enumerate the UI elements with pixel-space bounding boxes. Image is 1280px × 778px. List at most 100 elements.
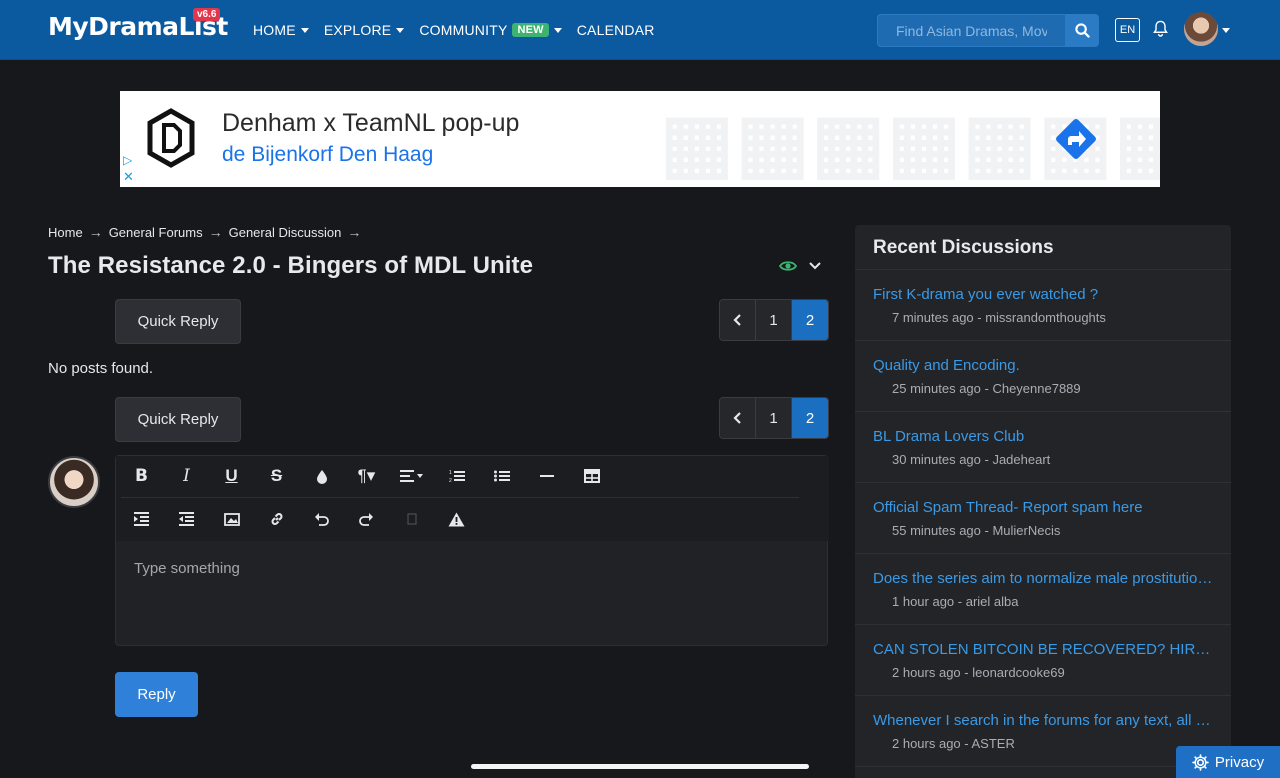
discussion-link[interactable]: BL Drama Lovers Club <box>873 428 1213 445</box>
page-1-button[interactable]: 1 <box>756 398 793 438</box>
discussion-link[interactable]: First K-drama you ever watched ? <box>873 286 1213 303</box>
ad-brand-logo <box>147 108 195 168</box>
bullet-list-button[interactable] <box>479 458 524 494</box>
image-icon <box>223 512 240 526</box>
redo-icon <box>359 512 373 526</box>
recent-discussions-panel: Recent Discussions First K-drama you eve… <box>855 225 1231 778</box>
nav-home[interactable]: HOME <box>253 22 309 38</box>
thread-title: The Resistance 2.0 - Bingers of MDL Unit… <box>48 252 534 279</box>
bullet-list-icon <box>493 470 510 482</box>
version-badge: v6.6 <box>193 8 221 21</box>
search-bar <box>877 14 1099 47</box>
svg-text:1: 1 <box>449 470 452 476</box>
outdent-button[interactable] <box>164 501 209 537</box>
discussion-link[interactable]: Quality and Encoding. <box>873 357 1213 374</box>
ordered-list-icon: 12 <box>449 470 465 483</box>
insert-link-button[interactable] <box>254 501 299 537</box>
privacy-button[interactable]: Privacy <box>1176 746 1280 778</box>
warning-button[interactable] <box>434 501 479 537</box>
italic-button[interactable]: I <box>164 458 209 494</box>
pagination: 1 2 <box>719 299 829 341</box>
undo-icon <box>315 512 329 526</box>
page-2-button[interactable]: 2 <box>792 300 828 340</box>
quick-reply-button[interactable]: Quick Reply <box>115 299 241 344</box>
advertisement-banner[interactable]: ▦▦▦▦▦▦▦ Denham x TeamNL pop-up de Bijenk… <box>120 91 1160 187</box>
pagination: 1 2 <box>719 397 829 439</box>
close-icon[interactable]: ✕ <box>123 169 134 185</box>
adchoices-icon[interactable]: ▷ <box>123 153 132 167</box>
page-1-button[interactable]: 1 <box>756 300 793 340</box>
directions-icon[interactable] <box>1050 113 1102 165</box>
list-item: Official Spam Thread- Report spam here 5… <box>855 483 1231 554</box>
strikethrough-button[interactable]: S <box>254 458 299 494</box>
svg-text:2: 2 <box>449 478 452 483</box>
paragraph-icon: ¶▾ <box>357 466 376 485</box>
breadcrumb-general-discussion[interactable]: General Discussion <box>229 225 342 240</box>
align-button[interactable] <box>389 458 434 494</box>
nav-explore[interactable]: EXPLORE <box>324 22 405 38</box>
indent-button[interactable] <box>119 501 164 537</box>
breadcrumb-general-forums[interactable]: General Forums <box>109 225 203 240</box>
arrow-right-icon: → <box>88 224 103 240</box>
toolbar-row-1: B I U S ¶▾ 12 <box>119 456 614 496</box>
paragraph-format-button[interactable]: ¶▾ <box>344 458 389 494</box>
ad-subtitle: de Bijenkorf Den Haag <box>222 143 434 166</box>
top-navbar: MyDramaList v6.6 HOME EXPLORE COMMUNITY … <box>0 0 1280 60</box>
insert-image-button[interactable] <box>209 501 254 537</box>
bold-button[interactable]: B <box>119 458 164 494</box>
toolbar-divider <box>121 497 799 498</box>
chevron-left-icon <box>732 314 741 326</box>
discussion-link[interactable]: Whenever I search in the forums for any … <box>873 712 1213 729</box>
language-selector[interactable]: EN <box>1115 18 1140 42</box>
discussion-link[interactable]: Official Spam Thread- Report spam here <box>873 499 1213 516</box>
underline-button[interactable]: U <box>209 458 254 494</box>
ordered-list-button[interactable]: 12 <box>434 458 479 494</box>
text-color-button[interactable] <box>299 458 344 494</box>
discussion-link[interactable]: CAN STOLEN BITCOIN BE RECOVERED? HIRE R.… <box>873 641 1213 658</box>
list-item: Does the series aim to normalize male pr… <box>855 554 1231 625</box>
search-icon <box>1074 23 1090 38</box>
horizontal-rule-button[interactable] <box>524 458 569 494</box>
list-item: CAN STOLEN BITCOIN BE RECOVERED? HIRE R.… <box>855 625 1231 696</box>
chevron-left-icon <box>732 412 741 424</box>
nav-community[interactable]: COMMUNITY NEW <box>419 22 562 38</box>
main-nav: HOME EXPLORE COMMUNITY NEW CALENDAR <box>253 0 655 60</box>
chevron-down-icon[interactable] <box>1222 28 1230 33</box>
prev-page-button[interactable] <box>720 300 757 340</box>
nav-calendar-label: CALENDAR <box>576 22 655 38</box>
table-button[interactable] <box>569 458 614 494</box>
privacy-label: Privacy <box>1214 753 1265 771</box>
user-avatar[interactable] <box>1184 12 1218 46</box>
ad-title: Denham x TeamNL pop-up <box>222 109 520 137</box>
reply-textarea[interactable]: Type something <box>116 542 829 647</box>
quick-reply-button[interactable]: Quick Reply <box>115 397 241 442</box>
nav-calendar[interactable]: CALENDAR <box>577 22 655 38</box>
page-2-button[interactable]: 2 <box>792 398 828 438</box>
nav-community-label: COMMUNITY <box>419 22 508 38</box>
discussion-meta: 30 minutes ago - Jadeheart <box>892 452 1051 467</box>
notifications-button[interactable] <box>1153 20 1168 42</box>
breadcrumb: Home → General Forums → General Discussi… <box>48 224 361 240</box>
undo-button[interactable] <box>299 501 344 537</box>
italic-icon: I <box>183 466 190 486</box>
reply-button[interactable]: Reply <box>115 672 198 717</box>
spoiler-icon <box>407 513 416 525</box>
new-badge: NEW <box>512 23 549 37</box>
table-icon <box>583 469 600 483</box>
breadcrumb-home[interactable]: Home <box>48 225 83 240</box>
discussion-meta: 2 hours ago - ASTER <box>892 736 1015 751</box>
spoiler-button[interactable] <box>389 501 434 537</box>
chevron-down-icon <box>300 27 309 33</box>
chevron-down-icon[interactable] <box>808 261 822 271</box>
discussion-meta: 25 minutes ago - Cheyenne7889 <box>892 381 1081 396</box>
discussion-link[interactable]: Does the series aim to normalize male pr… <box>873 570 1213 587</box>
search-button[interactable] <box>1065 14 1099 47</box>
discussion-meta: 55 minutes ago - MulierNecis <box>892 523 1061 538</box>
redo-button[interactable] <box>344 501 389 537</box>
prev-page-button[interactable] <box>720 398 757 438</box>
strikethrough-icon: S <box>270 466 283 485</box>
discussion-meta: 7 minutes ago - missrandomthoughts <box>892 310 1106 325</box>
eye-icon[interactable] <box>779 258 797 274</box>
search-input[interactable] <box>877 14 1065 47</box>
editor-toolbar: B I U S ¶▾ 12 <box>116 456 829 541</box>
